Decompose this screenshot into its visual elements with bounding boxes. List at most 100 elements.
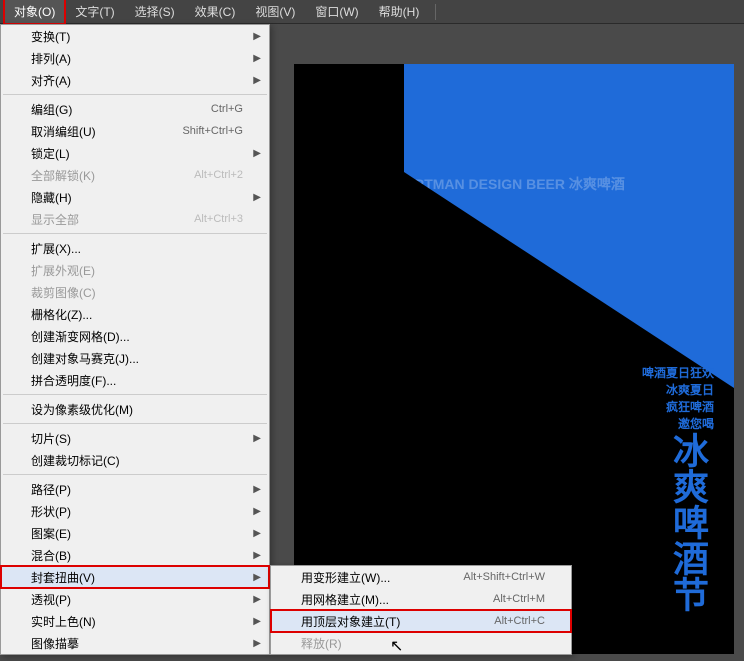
menu-item-shortcut: Ctrl+G xyxy=(211,103,243,115)
menu-select[interactable]: 选择(S) xyxy=(125,0,185,24)
menu-item-label: 栅格化(Z)... xyxy=(31,306,92,323)
menu-item-shortcut: Alt+Shift+Ctrl+W xyxy=(463,571,545,583)
menu-item-label: 释放(R) xyxy=(301,635,342,652)
menu-item-label: 拼合透明度(F)... xyxy=(31,372,116,389)
menu-item-label: 用变形建立(W)... xyxy=(301,569,390,586)
object-menu-separator xyxy=(3,233,267,234)
object-menu-separator xyxy=(3,394,267,395)
object-menu-separator xyxy=(3,474,267,475)
menu-item-label: 显示全部 xyxy=(31,211,79,228)
artwork-side: 啤酒夏日狂欢 冰爽夏日 疯狂啤酒 邀您喝 冰爽啤酒节 xyxy=(574,364,714,612)
object-menu-item-14[interactable]: 栅格化(Z)... xyxy=(1,303,269,325)
menu-item-label: 创建对象马赛克(J)... xyxy=(31,350,139,367)
menu-item-shortcut: Alt+Ctrl+C xyxy=(494,615,545,627)
menu-item-label: 创建渐变网格(D)... xyxy=(31,328,130,345)
object-menu-item-13: 裁剪图像(C) xyxy=(1,281,269,303)
object-menu-item-8[interactable]: 隐藏(H) ▶ xyxy=(1,186,269,208)
object-menu-item-31[interactable]: 图像描摹 ▶ xyxy=(1,632,269,654)
object-menu-dropdown: 变换(T)▶排列(A)▶对齐(A)▶编组(G)Ctrl+G取消编组(U)Shif… xyxy=(0,24,270,655)
chevron-right-icon: ▶ xyxy=(253,75,261,86)
menu-effect[interactable]: 效果(C) xyxy=(185,0,246,24)
menu-item-shortcut: Alt+Ctrl+M xyxy=(493,593,545,605)
menu-item-label: 封套扭曲(V) xyxy=(31,569,95,586)
envelope-submenu-item-3: 释放(R) xyxy=(271,632,571,654)
menu-item-label: 用网格建立(M)... xyxy=(301,591,389,608)
chevron-right-icon: ▶ xyxy=(253,433,261,444)
chevron-right-icon: ▶ xyxy=(253,192,261,203)
object-menu-item-1[interactable]: 排列(A) ▶ xyxy=(1,47,269,69)
object-menu-separator xyxy=(3,94,267,95)
chevron-right-icon: ▶ xyxy=(253,148,261,159)
object-menu-item-19[interactable]: 设为像素级优化(M) xyxy=(1,398,269,420)
object-menu-item-22[interactable]: 创建裁切标记(C) xyxy=(1,449,269,471)
menubar: 对象(O) 文字(T) 选择(S) 效果(C) 视图(V) 窗口(W) 帮助(H… xyxy=(0,0,744,24)
object-menu-item-12: 扩展外观(E) xyxy=(1,259,269,281)
menu-item-label: 扩展(X)... xyxy=(31,240,81,257)
object-menu-item-17[interactable]: 拼合透明度(F)... xyxy=(1,369,269,391)
menu-view[interactable]: 视图(V) xyxy=(245,0,305,24)
object-menu-item-21[interactable]: 切片(S) ▶ xyxy=(1,427,269,449)
menu-item-label: 创建裁切标记(C) xyxy=(31,452,120,469)
chevron-right-icon: ▶ xyxy=(253,484,261,495)
chevron-right-icon: ▶ xyxy=(253,638,261,649)
menu-object[interactable]: 对象(O) xyxy=(4,0,65,24)
menu-text[interactable]: 文字(T) xyxy=(65,0,124,24)
menu-item-label: 裁剪图像(C) xyxy=(31,284,96,301)
object-menu-item-11[interactable]: 扩展(X)... xyxy=(1,237,269,259)
envelope-submenu-item-2[interactable]: 用顶层对象建立(T) Alt+Ctrl+C xyxy=(271,610,571,632)
menu-item-label: 透视(P) xyxy=(31,591,71,608)
chevron-right-icon: ▶ xyxy=(253,572,261,583)
menu-item-label: 用顶层对象建立(T) xyxy=(301,613,400,630)
object-menu-item-30[interactable]: 实时上色(N) ▶ xyxy=(1,610,269,632)
chevron-right-icon: ▶ xyxy=(253,31,261,42)
menu-item-label: 实时上色(N) xyxy=(31,613,96,630)
menu-item-label: 混合(B) xyxy=(31,547,71,564)
menu-item-shortcut: Alt+Ctrl+3 xyxy=(194,213,243,225)
object-menu-separator xyxy=(3,423,267,424)
menu-item-label: 全部解锁(K) xyxy=(31,167,95,184)
object-menu-item-5[interactable]: 取消编组(U) Shift+Ctrl+G xyxy=(1,120,269,142)
menu-item-label: 排列(A) xyxy=(31,50,71,67)
chevron-right-icon: ▶ xyxy=(253,506,261,517)
menubar-divider xyxy=(435,4,436,20)
menu-item-label: 切片(S) xyxy=(31,430,71,447)
chevron-right-icon: ▶ xyxy=(253,528,261,539)
menu-item-label: 形状(P) xyxy=(31,503,71,520)
menu-item-shortcut: Alt+Ctrl+2 xyxy=(194,169,243,181)
menu-item-label: 编组(G) xyxy=(31,101,72,118)
menu-item-shortcut: Shift+Ctrl+G xyxy=(182,125,243,137)
object-menu-item-7: 全部解锁(K) Alt+Ctrl+2 xyxy=(1,164,269,186)
chevron-right-icon: ▶ xyxy=(253,550,261,561)
menu-item-label: 图案(E) xyxy=(31,525,71,542)
object-menu-item-29[interactable]: 透视(P) ▶ xyxy=(1,588,269,610)
envelope-distort-submenu: 用变形建立(W)... Alt+Shift+Ctrl+W 用网格建立(M)... Al… xyxy=(270,565,572,655)
object-menu-item-27[interactable]: 混合(B) ▶ xyxy=(1,544,269,566)
envelope-submenu-item-0[interactable]: 用变形建立(W)... Alt+Shift+Ctrl+W xyxy=(271,566,571,588)
object-menu-item-24[interactable]: 路径(P) ▶ xyxy=(1,478,269,500)
object-menu-item-0[interactable]: 变换(T) ▶ xyxy=(1,25,269,47)
object-menu-item-9: 显示全部 Alt+Ctrl+3 xyxy=(1,208,269,230)
chevron-right-icon: ▶ xyxy=(253,53,261,64)
menu-item-label: 图像描摹 xyxy=(31,635,79,652)
menu-item-label: 设为像素级优化(M) xyxy=(31,401,133,418)
object-menu-item-26[interactable]: 图案(E) ▶ xyxy=(1,522,269,544)
object-menu-item-15[interactable]: 创建渐变网格(D)... xyxy=(1,325,269,347)
chevron-right-icon: ▶ xyxy=(253,594,261,605)
menu-item-label: 路径(P) xyxy=(31,481,71,498)
object-menu-item-25[interactable]: 形状(P) ▶ xyxy=(1,500,269,522)
object-menu-item-16[interactable]: 创建对象马赛克(J)... xyxy=(1,347,269,369)
menu-item-label: 取消编组(U) xyxy=(31,123,96,140)
menu-help[interactable]: 帮助(H) xyxy=(369,0,430,24)
envelope-submenu-item-1[interactable]: 用网格建立(M)... Alt+Ctrl+M xyxy=(271,588,571,610)
menu-window[interactable]: 窗口(W) xyxy=(305,0,368,24)
object-menu-item-4[interactable]: 编组(G) Ctrl+G xyxy=(1,98,269,120)
menu-item-label: 扩展外观(E) xyxy=(31,262,95,279)
menu-item-label: 隐藏(H) xyxy=(31,189,72,206)
object-menu-item-28[interactable]: 封套扭曲(V) ▶ xyxy=(1,566,269,588)
object-menu-item-6[interactable]: 锁定(L) ▶ xyxy=(1,142,269,164)
artwork-warp: ARTMAN DESIGN BEER 冰爽啤酒 xyxy=(404,174,734,194)
menu-item-label: 锁定(L) xyxy=(31,145,70,162)
menu-item-label: 变换(T) xyxy=(31,28,70,45)
object-menu-item-2[interactable]: 对齐(A)▶ xyxy=(1,69,269,91)
chevron-right-icon: ▶ xyxy=(253,616,261,627)
